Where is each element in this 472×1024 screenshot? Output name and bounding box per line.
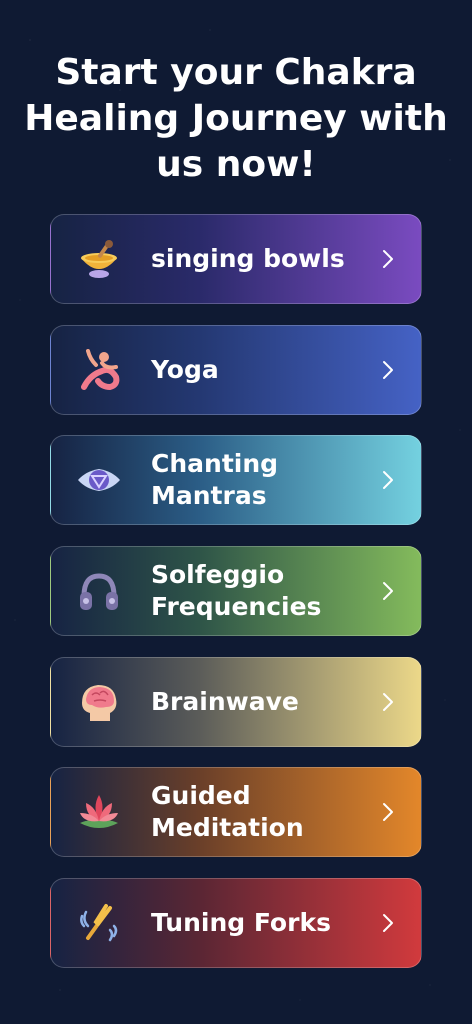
yoga-pose-icon [73, 344, 125, 396]
list-item-label: Yoga [151, 354, 219, 384]
list-item-singing-bowls[interactable]: singing bowls [50, 214, 422, 304]
chevron-right-icon [381, 691, 395, 713]
list-item-tuning-forks[interactable]: Tuning Forks [50, 878, 422, 969]
chevron-right-icon [381, 469, 395, 491]
practice-list: singing bowls Yoga Chanting Mantras Solf… [50, 214, 422, 989]
list-item-solfeggio-frequencies[interactable]: Solfeggio Frequencies [50, 546, 422, 637]
chevron-right-icon [381, 801, 395, 823]
chevron-right-icon [381, 580, 395, 602]
chevron-right-icon [381, 359, 395, 381]
list-item-guided-meditation[interactable]: Guided Meditation [50, 767, 422, 858]
chevron-right-icon [381, 248, 395, 270]
head-brain-icon [73, 676, 125, 728]
list-item-label: Brainwave [151, 686, 299, 716]
page-title: Start your Chakra Healing Journey with u… [24, 52, 448, 185]
tuning-fork-icon [73, 897, 125, 949]
list-item-brainwave[interactable]: Brainwave [50, 656, 422, 747]
list-item-label: Guided Meditation [151, 781, 304, 843]
headphones-icon [73, 565, 125, 617]
list-item-label: Tuning Forks [151, 908, 331, 938]
list-item-yoga[interactable]: Yoga [50, 324, 422, 415]
singing-bowl-icon [73, 233, 125, 285]
chevron-right-icon [381, 912, 395, 934]
list-item-label: Solfeggio Frequencies [151, 560, 322, 622]
list-item-label: singing bowls [151, 244, 345, 273]
lotus-icon [73, 786, 125, 838]
list-item-label: Chanting Mantras [151, 449, 279, 511]
chakra-gem-icon [73, 454, 125, 506]
list-item-chanting-mantras[interactable]: Chanting Mantras [50, 435, 422, 526]
